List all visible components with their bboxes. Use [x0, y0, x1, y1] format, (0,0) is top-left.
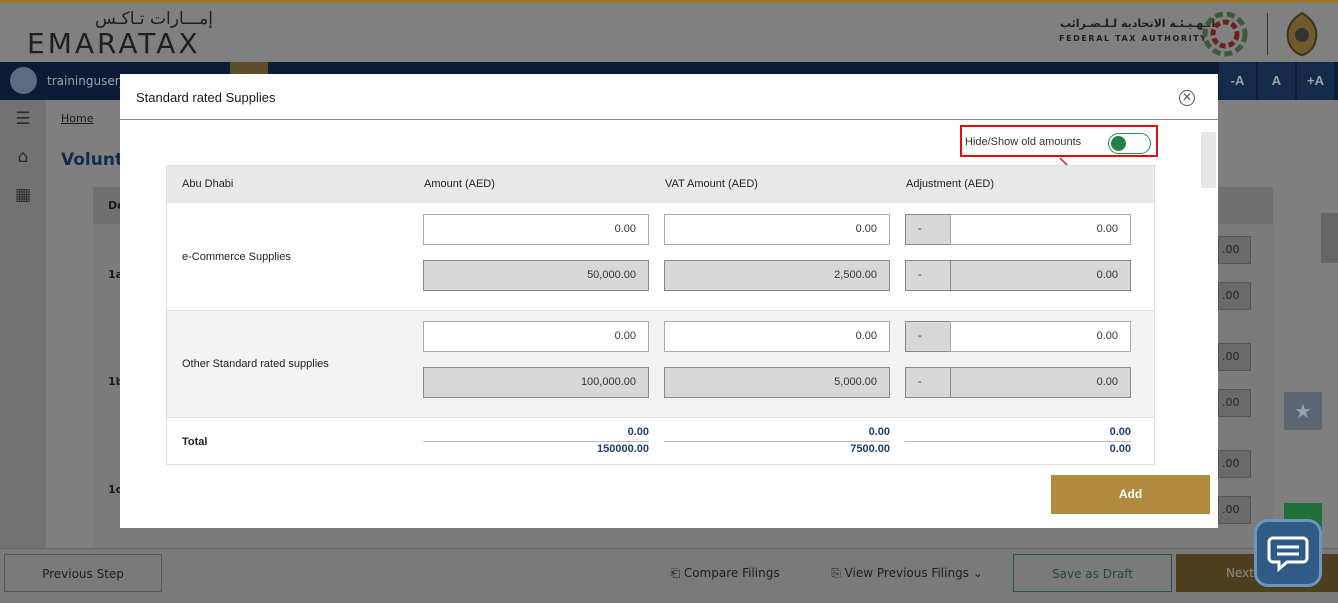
fta-logo-icon	[1202, 11, 1248, 57]
save-as-draft-button[interactable]: Save as Draft	[1013, 554, 1172, 592]
background-cell: .00	[1218, 282, 1251, 310]
old-adjustment-field: 0.00	[950, 260, 1131, 291]
normal-font-button[interactable]: A	[1258, 62, 1295, 100]
compare-filings-button[interactable]: ⎗ Compare Filings	[660, 554, 790, 592]
adjustment-input[interactable]: 0.00	[950, 214, 1131, 245]
history-icon: ⎘	[831, 566, 845, 580]
compare-icon: ⎗	[670, 566, 684, 580]
modal-title: Standard rated Supplies	[136, 90, 276, 105]
fta-name-english: FEDERAL TAX AUTHORITY	[1059, 34, 1208, 43]
old-adjustment-field: 0.00	[950, 367, 1131, 398]
decrease-font-button[interactable]: -A	[1219, 62, 1256, 100]
modal-divider	[120, 119, 1218, 120]
apps-grid-icon[interactable]: ▦	[12, 184, 34, 206]
total-old-adjustment: 0.00	[1109, 443, 1131, 455]
background-cell: .00	[1218, 450, 1251, 478]
favorite-star-icon[interactable]: ★	[1284, 392, 1322, 430]
adjustment-sign: -	[905, 214, 951, 245]
old-adjustment-sign: -	[905, 367, 951, 398]
username-label[interactable]: traininguser_	[47, 74, 126, 88]
old-amount-field: 100,000.00	[423, 367, 649, 398]
callout-highlight-box	[960, 125, 1158, 157]
column-header-emirate: Abu Dhabi	[182, 178, 234, 190]
total-old-vat-amount: 7500.00	[850, 443, 890, 455]
vat-amount-input[interactable]: 0.00	[664, 214, 890, 245]
supplies-table: Abu Dhabi Amount (AED) VAT Amount (AED) …	[166, 165, 1155, 465]
background-cell: .00	[1218, 389, 1251, 417]
view-previous-filings-button[interactable]: ⎘ View Previous Filings ⌄	[822, 554, 992, 592]
fta-name-arabic: الـهـيـئـة الاتحادية لـلـضـرائب	[1060, 17, 1216, 30]
sidebar: ☰ ⌂ ▦	[0, 100, 46, 550]
total-adjustment: 0.00	[1109, 426, 1131, 438]
column-header-vat-amount: VAT Amount (AED)	[665, 178, 758, 190]
total-old-amount: 150000.00	[597, 443, 649, 455]
add-button[interactable]: Add	[1051, 475, 1210, 514]
amount-input[interactable]: 0.00	[423, 214, 649, 245]
row-divider	[167, 417, 1154, 418]
chat-support-icon[interactable]	[1254, 519, 1322, 587]
total-label: Total	[182, 436, 208, 448]
page-title: Volunt	[61, 150, 124, 170]
total-divider	[905, 441, 1131, 442]
view-previous-filings-label: View Previous Filings	[844, 566, 969, 580]
logo-arabic: إمـــارات تـاكـس	[95, 9, 213, 29]
site-header: إمـــارات تـاكـس EMARATAX الـهـيـئـة الا…	[0, 3, 1338, 62]
old-adjustment-sign: -	[905, 260, 951, 291]
increase-font-button[interactable]: +A	[1297, 62, 1334, 100]
chat-bubble-icon	[1267, 536, 1309, 573]
column-header-adjustment: Adjustment (AED)	[906, 178, 995, 190]
standard-rated-supplies-modal: Standard rated Supplies ✕ Hide/Show old …	[120, 74, 1218, 528]
close-icon[interactable]: ✕	[1179, 90, 1195, 106]
header-divider	[1267, 13, 1268, 55]
modal-scrollbar[interactable]	[1201, 132, 1216, 188]
background-cell: .00	[1218, 496, 1251, 524]
total-amount: 0.00	[627, 426, 649, 438]
adjustment-sign: -	[905, 321, 951, 352]
previous-step-button[interactable]: Previous Step	[4, 554, 162, 592]
user-avatar-icon[interactable]	[10, 67, 37, 94]
chevron-down-icon: ⌄	[968, 566, 983, 580]
vat-amount-input[interactable]: 0.00	[664, 321, 890, 352]
logo-emaratax: EMARATAX	[27, 27, 201, 60]
old-vat-amount-field: 2,500.00	[664, 260, 890, 291]
row-label-other-standard: Other Standard rated supplies	[182, 358, 329, 370]
menu-icon[interactable]: ☰	[12, 108, 34, 130]
table-header	[167, 166, 1154, 203]
breadcrumb-home[interactable]: Home	[61, 112, 93, 125]
total-vat-amount: 0.00	[868, 426, 890, 438]
page-scrollbar[interactable]	[1321, 213, 1338, 263]
total-divider	[423, 441, 649, 442]
compare-filings-label: Compare Filings	[683, 566, 780, 580]
uae-emblem-icon	[1286, 11, 1318, 57]
old-amount-field: 50,000.00	[423, 260, 649, 291]
amount-input[interactable]: 0.00	[423, 321, 649, 352]
column-header-amount: Amount (AED)	[424, 178, 495, 190]
home-icon[interactable]: ⌂	[12, 146, 34, 168]
adjustment-input[interactable]: 0.00	[950, 321, 1131, 352]
old-vat-amount-field: 5,000.00	[664, 367, 890, 398]
total-divider	[664, 441, 890, 442]
background-cell: .00	[1218, 236, 1251, 264]
background-cell: .00	[1218, 343, 1251, 371]
row-label-ecommerce: e-Commerce Supplies	[182, 251, 291, 263]
